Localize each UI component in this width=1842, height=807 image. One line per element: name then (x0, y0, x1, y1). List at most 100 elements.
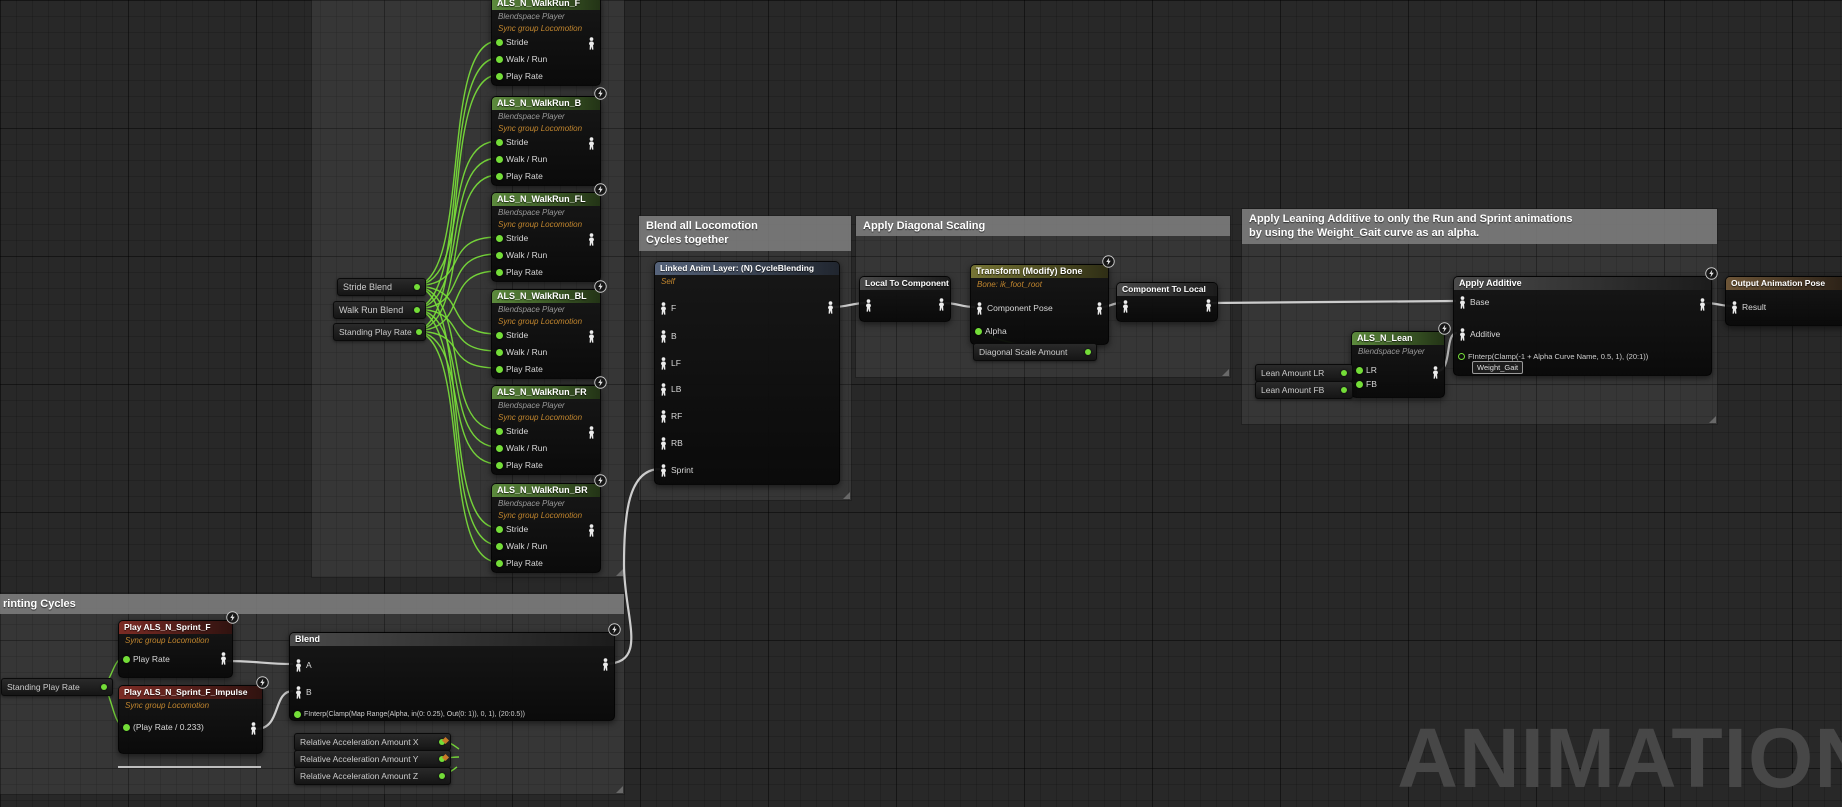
pose-input-pin[interactable] (294, 686, 303, 699)
node-title[interactable]: Component To Local (1117, 283, 1217, 296)
pose-output-pin[interactable] (937, 298, 946, 311)
variable-pill-lean-amount-lr[interactable]: Lean Amount LR (1255, 364, 1353, 382)
float-output-pin[interactable] (1085, 349, 1091, 355)
node-title[interactable]: Local To Component (860, 277, 950, 290)
node-title[interactable]: Output Animation Pose (1726, 277, 1842, 290)
pose-output-pin[interactable] (587, 426, 596, 439)
alpha-pin[interactable] (975, 328, 982, 335)
stride-pin[interactable] (496, 526, 503, 533)
playrate-pin[interactable] (123, 656, 130, 663)
variable-pill-relative-accel-y[interactable]: Relative Acceleration Amount Y (294, 750, 451, 768)
pose-input-pin[interactable] (659, 383, 668, 396)
node-title[interactable]: ALS_N_WalkRun_FR (492, 386, 600, 399)
node-title[interactable]: ALS_N_WalkRun_BL (492, 290, 600, 303)
apply-additive-node[interactable]: Apply Additive Base Additive FInterp(Cla… (1453, 276, 1712, 376)
pose-output-pin[interactable] (587, 330, 596, 343)
stride-pin[interactable] (496, 428, 503, 435)
float-output-pin[interactable] (414, 284, 420, 290)
playrate-pin[interactable] (496, 173, 503, 180)
pose-output-pin[interactable] (587, 37, 596, 50)
blendspace-node-als-n-walkrun-fr[interactable]: ALS_N_WalkRun_FR Blendspace Player Sync … (491, 385, 601, 475)
variable-pill-stride-blend[interactable]: Stride Blend (337, 278, 426, 296)
stride-pin[interactable] (496, 39, 503, 46)
float-output-pin[interactable] (439, 773, 445, 779)
blueprint-graph-canvas[interactable]: { "watermark": "ANIMATION", "comments": … (0, 0, 1842, 785)
fb-pin[interactable] (1356, 381, 1363, 388)
variable-pill-diagonal-scale-amount[interactable]: Diagonal Scale Amount (973, 343, 1097, 361)
pose-input-pin[interactable] (659, 330, 668, 343)
walkrun-pin[interactable] (496, 252, 503, 259)
pose-output-pin[interactable] (826, 301, 835, 314)
comment-header[interactable]: rinting Cycles (0, 594, 624, 614)
node-title[interactable]: Play ALS_N_Sprint_F (119, 621, 232, 634)
pose-input-pin[interactable] (864, 299, 873, 312)
pose-output-pin[interactable] (1204, 299, 1213, 312)
play-sprint-f-impulse-node[interactable]: Play ALS_N_Sprint_F_Impulse Sync group L… (118, 685, 263, 754)
pose-input-pin[interactable] (1458, 328, 1467, 341)
pose-input-pin[interactable] (1730, 301, 1739, 314)
curve-name-tag[interactable]: Weight_Gait (1472, 361, 1523, 374)
pose-output-pin[interactable] (219, 652, 228, 665)
component-to-local-node[interactable]: Component To Local (1116, 282, 1218, 322)
comment-header[interactable]: Apply Leaning Additive to only the Run a… (1242, 209, 1717, 244)
walkrun-pin[interactable] (496, 445, 503, 452)
walkrun-pin[interactable] (496, 156, 503, 163)
pose-output-pin[interactable] (249, 722, 258, 735)
node-title[interactable]: ALS_N_Lean (1352, 332, 1444, 345)
play-sprint-f-node[interactable]: Play ALS_N_Sprint_F Sync group Locomotio… (118, 620, 233, 678)
pose-output-pin[interactable] (587, 137, 596, 150)
node-title[interactable]: Play ALS_N_Sprint_F_Impulse (119, 686, 262, 699)
playrate-pin[interactable] (496, 462, 503, 469)
playrate-pin[interactable] (496, 366, 503, 373)
comment-header[interactable]: Apply Diagonal Scaling (856, 216, 1230, 236)
pose-input-pin[interactable] (659, 464, 668, 477)
float-output-pin[interactable] (414, 307, 420, 313)
float-output-pin[interactable] (1341, 370, 1347, 376)
node-title[interactable]: Linked Anim Layer: (N) CycleBlending (655, 262, 839, 275)
node-title[interactable]: Blend (290, 633, 614, 646)
pose-input-pin[interactable] (294, 659, 303, 672)
node-title[interactable]: ALS_N_WalkRun_BR (492, 484, 600, 497)
node-bone-subtitle[interactable]: Bone: ik_foot_root (971, 278, 1108, 290)
playrate-pin[interactable] (123, 724, 130, 731)
node-title[interactable]: ALS_N_WalkRun_FL (492, 193, 600, 206)
blendspace-node-als-n-walkrun-b[interactable]: ALS_N_WalkRun_B Blendspace Player Sync g… (491, 96, 601, 186)
pose-output-pin[interactable] (587, 524, 596, 537)
node-title[interactable]: Transform (Modify) Bone (971, 265, 1108, 278)
pose-output-pin[interactable] (1095, 302, 1104, 315)
pose-input-pin[interactable] (659, 302, 668, 315)
node-title[interactable]: ALS_N_WalkRun_F (492, 0, 600, 10)
float-output-pin[interactable] (416, 329, 422, 335)
pose-input-pin[interactable] (1458, 296, 1467, 309)
float-output-pin[interactable] (1341, 387, 1347, 393)
playrate-pin[interactable] (496, 73, 503, 80)
blendspace-node-als-n-walkrun-f[interactable]: ALS_N_WalkRun_F Blendspace Player Sync g… (491, 0, 601, 86)
pose-input-pin[interactable] (975, 302, 984, 315)
node-title[interactable]: ALS_N_WalkRun_B (492, 97, 600, 110)
alpha-pin[interactable] (1458, 353, 1465, 360)
pose-output-pin[interactable] (601, 658, 610, 671)
variable-pill-relative-accel-x[interactable]: Relative Acceleration Amount X (294, 733, 451, 751)
pose-input-pin[interactable] (659, 357, 668, 370)
float-output-pin[interactable] (101, 684, 107, 690)
blendspace-node-als-n-walkrun-bl[interactable]: ALS_N_WalkRun_BL Blendspace Player Sync … (491, 289, 601, 379)
lr-pin[interactable] (1356, 367, 1363, 374)
pose-output-pin[interactable] (587, 233, 596, 246)
pose-input-pin[interactable] (1121, 300, 1130, 313)
pose-output-pin[interactable] (1431, 366, 1440, 379)
transform-modify-bone-node[interactable]: Transform (Modify) Bone Bone: ik_foot_ro… (970, 264, 1109, 345)
variable-pill-standing-play-rate-bottom[interactable]: Standing Play Rate (1, 678, 113, 696)
playrate-pin[interactable] (496, 560, 503, 567)
blendspace-node-als-n-walkrun-fl[interactable]: ALS_N_WalkRun_FL Blendspace Player Sync … (491, 192, 601, 282)
stride-pin[interactable] (496, 235, 503, 242)
pose-input-pin[interactable] (659, 410, 668, 423)
comment-header[interactable]: Blend all Locomotion Cycles together (639, 216, 851, 251)
blend-node[interactable]: Blend A B FInterp(Clamp(Map Range(Alpha,… (289, 632, 615, 721)
variable-pill-standing-play-rate[interactable]: Standing Play Rate (333, 323, 426, 341)
alpha-pin[interactable] (294, 711, 301, 718)
walkrun-pin[interactable] (496, 56, 503, 63)
walkrun-pin[interactable] (496, 349, 503, 356)
output-animation-pose-node[interactable]: Output Animation Pose Result (1725, 276, 1842, 326)
local-to-component-node[interactable]: Local To Component (859, 276, 951, 322)
pose-input-pin[interactable] (659, 437, 668, 450)
